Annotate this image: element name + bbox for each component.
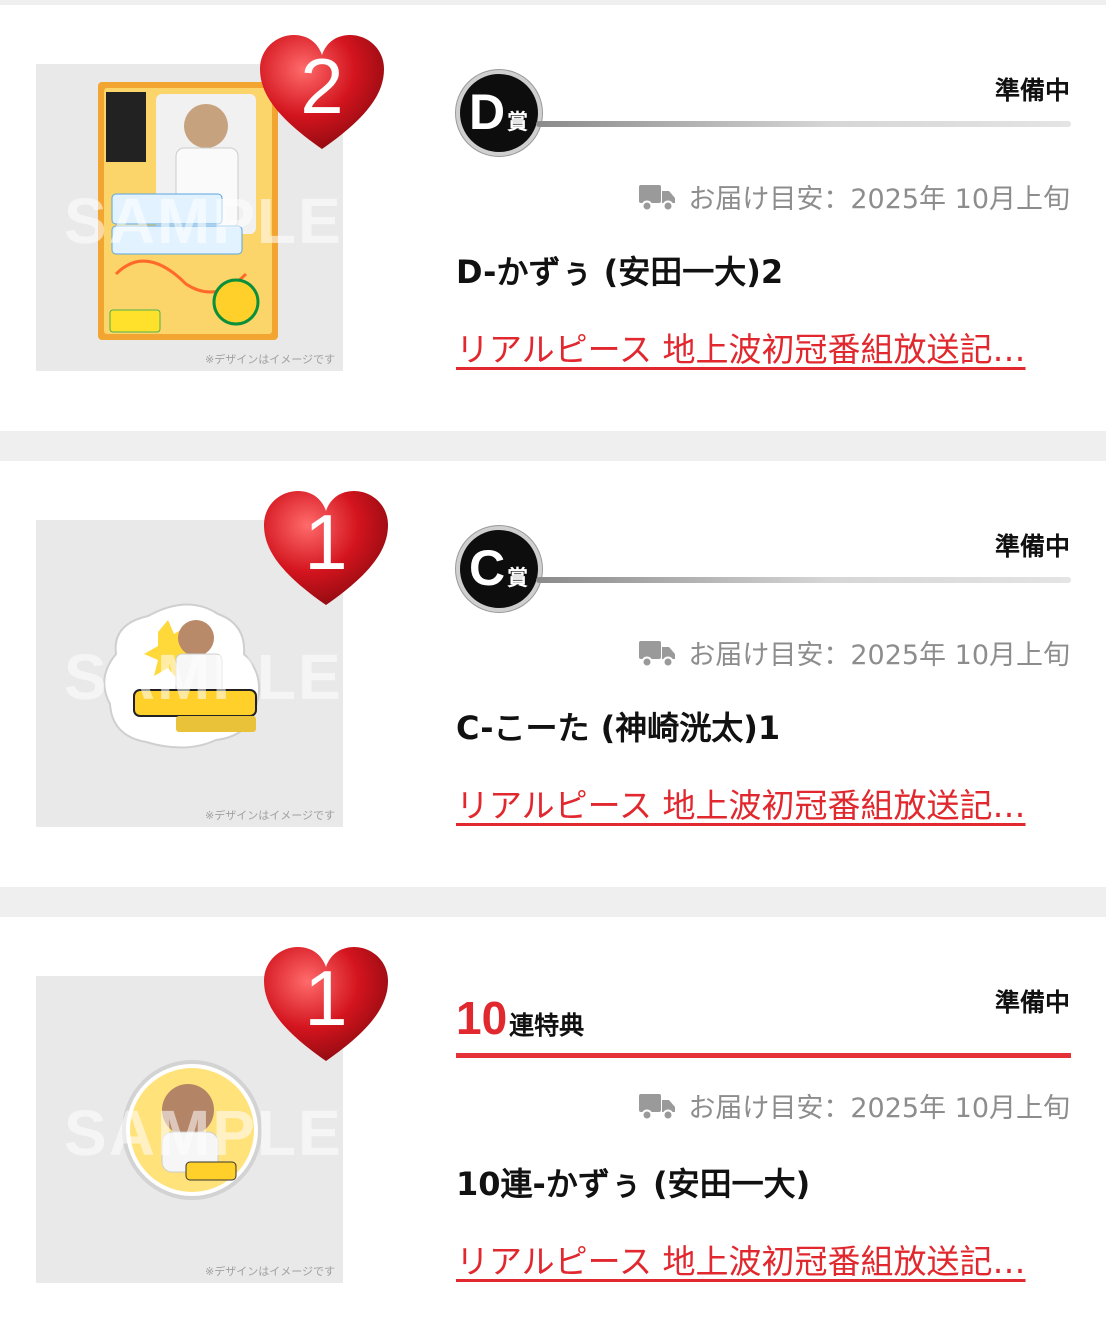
thumbnail-disclaimer: ※デザインはイメージです	[205, 1265, 335, 1278]
heart-count: 1	[304, 498, 348, 586]
truck-icon	[639, 640, 676, 667]
bonus-label: 10連特典	[456, 991, 584, 1045]
delivery-estimate: お届け目安：2025年 10月上旬	[638, 1086, 1070, 1125]
thumbnail-disclaimer: ※デザインはイメージです	[205, 353, 335, 366]
delivery-estimate: お届け目安：2025年 10月上旬	[638, 633, 1070, 672]
sample-watermark: SAMPLE	[64, 1097, 343, 1169]
delivery-text: お届け目安：2025年 10月上旬	[688, 1093, 1070, 1124]
delivery-text: お届け目安：2025年 10月上旬	[688, 640, 1070, 671]
status-label: 準備中	[994, 76, 1070, 105]
bonus-text: 連特典	[509, 1011, 585, 1040]
product-link-text[interactable]: リアルピース 地上波初冠番組放送記…	[456, 786, 1026, 825]
prize-letter: C	[469, 540, 506, 596]
product-link[interactable]: リアルピース 地上波初冠番組放送記…	[456, 323, 1071, 371]
prize-divider-line	[536, 577, 1071, 583]
section-divider	[0, 431, 1106, 461]
prize-rank-badge: D 賞	[456, 70, 542, 156]
order-item-card[interactable]: SAMPLE ※デザインはイメージです 1 C 賞 準備中 お届け目安：2025…	[0, 461, 1106, 887]
prize-divider-line	[536, 121, 1071, 127]
prize-letter: D	[469, 84, 506, 140]
heart-icon: 1	[262, 945, 390, 1065]
prize-rank-badge: C 賞	[456, 526, 542, 612]
product-link[interactable]: リアルピース 地上波初冠番組放送記…	[456, 1235, 1071, 1283]
heart-count: 1	[304, 954, 348, 1042]
sample-watermark: SAMPLE	[64, 641, 343, 713]
prize-suffix: 賞	[507, 110, 528, 134]
bonus-number: 10	[456, 992, 508, 1044]
order-item-card[interactable]: SAMPLE ※デザインはイメージです 1 10連特典 準備中 お届け目安：20…	[0, 917, 1106, 1340]
truck-icon	[639, 1093, 676, 1120]
bonus-divider-line	[456, 1053, 1071, 1058]
thumbnail-disclaimer: ※デザインはイメージです	[205, 809, 335, 822]
heart-icon: 2	[258, 33, 386, 153]
status-label: 準備中	[994, 532, 1070, 561]
heart-count: 2	[300, 42, 344, 130]
order-item-card[interactable]: SAMPLE ※デザインはイメージです 2 D 賞 準備中 お届け目安：2025…	[0, 5, 1106, 431]
status-label: 準備中	[994, 988, 1070, 1017]
item-name: C-こーた (神崎洸太)1	[456, 709, 781, 747]
product-link-text[interactable]: リアルピース 地上波初冠番組放送記…	[456, 330, 1026, 369]
truck-icon	[639, 184, 676, 211]
item-name: 10連-かずぅ (安田一大)	[456, 1165, 811, 1203]
delivery-estimate: お届け目安：2025年 10月上旬	[638, 177, 1070, 216]
delivery-text: お届け目安：2025年 10月上旬	[688, 184, 1070, 215]
product-link[interactable]: リアルピース 地上波初冠番組放送記…	[456, 779, 1071, 827]
prize-suffix: 賞	[507, 566, 528, 590]
sample-watermark: SAMPLE	[64, 185, 343, 257]
section-divider	[0, 887, 1106, 917]
heart-icon: 1	[262, 489, 390, 609]
product-link-text[interactable]: リアルピース 地上波初冠番組放送記…	[456, 1242, 1026, 1281]
item-name: D-かずぅ (安田一大)2	[456, 253, 784, 291]
